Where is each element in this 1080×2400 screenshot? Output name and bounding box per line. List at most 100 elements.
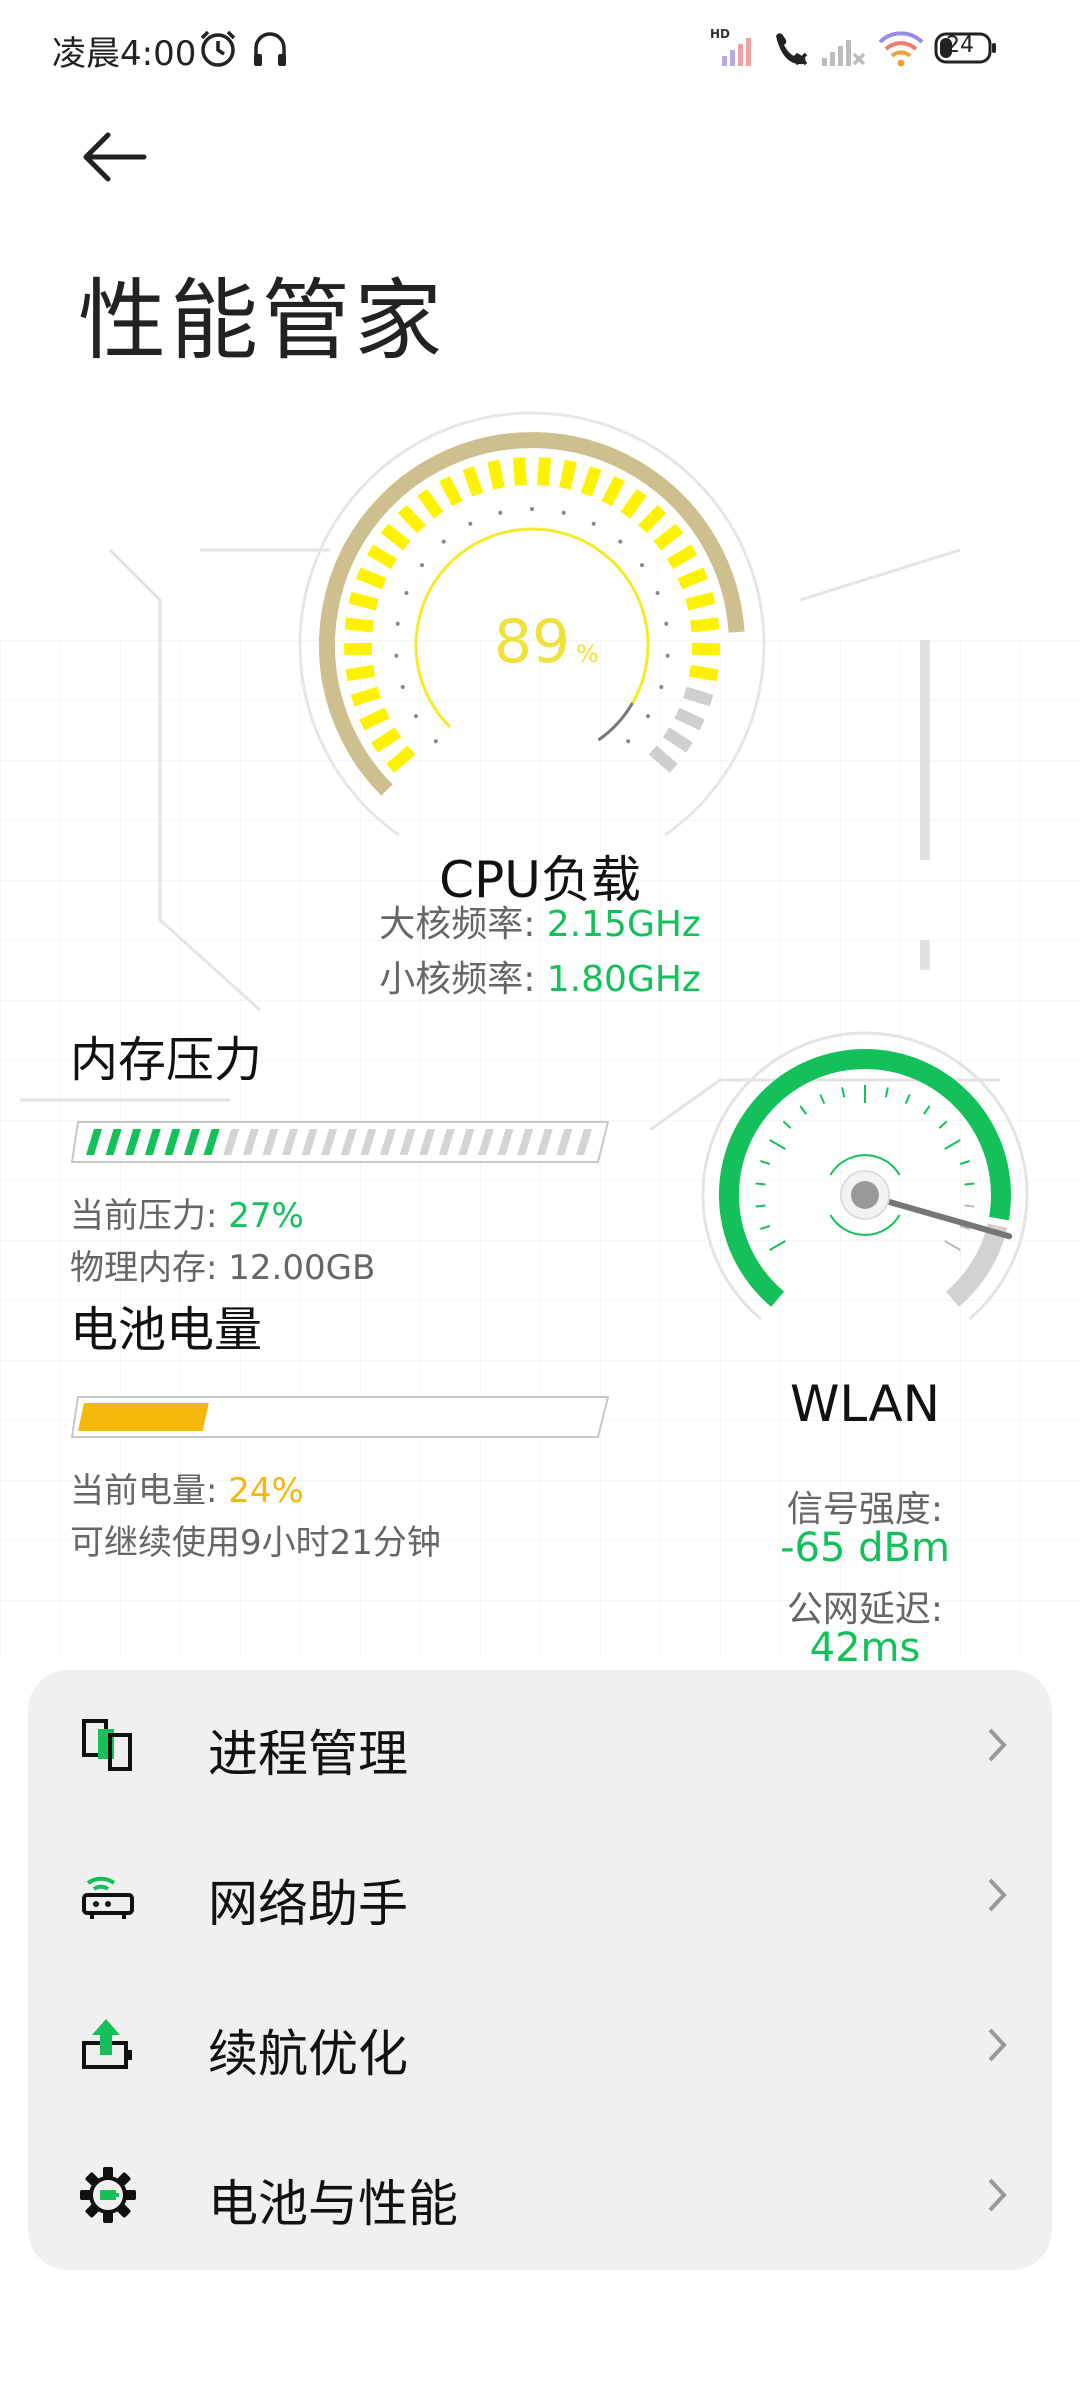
cpu-load-segment [537, 457, 551, 486]
cpu-load-segment [691, 642, 721, 656]
wlan-gauge-tick [755, 1204, 766, 1208]
hd-signal-icon: HD [710, 27, 751, 66]
big-core-frequency: 大核频率: 2.15GHz [0, 895, 1080, 947]
router-icon [82, 1876, 134, 1919]
cpu-load-segment [397, 504, 426, 534]
cpu-load-segment [677, 567, 708, 590]
cpu-load-segment [356, 567, 387, 590]
wlan-gauge-band-end [945, 1223, 1008, 1307]
memory-pressure-value: 27% [228, 1196, 304, 1236]
physical-memory-label: 物理内存: [70, 1248, 218, 1288]
cpu-load-gauge: 89 % [298, 411, 766, 837]
cpu-gauge-dot [498, 510, 503, 515]
cpu-load-segment [371, 727, 402, 753]
alarm-icon [200, 30, 236, 67]
little-core-frequency: 小核频率: 1.80GHz [0, 950, 1080, 1002]
cpu-load-segment [417, 488, 444, 519]
cpu-gauge-dot [561, 510, 566, 515]
cpu-gauge-dot [664, 621, 669, 626]
cpu-load-segment [350, 686, 381, 707]
cpu-gauge-dot [659, 685, 664, 689]
performance-manager-screen: 凌晨4:00 HD 24 性能管家 89 % CPU负载 大核频率: 2.15G… [0, 0, 1080, 2400]
cpu-gauge-dot [618, 539, 623, 544]
cpu-load-segment [559, 459, 577, 490]
cpu-load-segment [601, 475, 626, 507]
cpu-load-segment [690, 617, 720, 633]
cpu-gauge-dot [655, 591, 660, 595]
battery-boost-icon [82, 2019, 132, 2069]
chevron-right-icon [988, 1728, 1007, 1762]
cpu-gauge-dot [530, 507, 534, 511]
cpu-load-segment [380, 523, 411, 551]
cpu-load-unit: % [576, 640, 599, 668]
cpu-load-segment [438, 475, 463, 507]
chevron-right-icon [988, 2178, 1007, 2212]
chevron-right-icon [988, 1878, 1007, 1912]
battery-level-bar [70, 1396, 610, 1438]
svg-text:HD: HD [710, 27, 730, 41]
wlan-gauge-tick [964, 1204, 975, 1208]
wlan-gauge-tick [819, 1094, 826, 1105]
cpu-gauge-dot [468, 521, 473, 526]
cpu-gauge-dot [591, 521, 596, 526]
menu-item-battery-performance[interactable]: 电池与性能 [28, 2120, 1052, 2270]
tools-menu: 进程管理 网络助手 续航优化 电池与性能 [28, 1670, 1052, 2270]
wlan-gauge-tick [782, 1120, 792, 1129]
wlan-gauge-tick [904, 1094, 911, 1105]
wlan-gauge-tick [944, 1240, 961, 1251]
memory-pressure-label: 当前压力: [70, 1196, 218, 1236]
wlan-gauge-tick [760, 1160, 771, 1166]
wlan-gauge-tick [964, 1182, 975, 1186]
cpu-gauge-inner-arc-end [597, 702, 634, 742]
cpu-gauge-dot [640, 563, 644, 568]
wlan-gauge-tick [841, 1087, 846, 1098]
cpu-load-segment [345, 664, 376, 682]
wlan-gauge [701, 1031, 1029, 1321]
little-core-value: 1.80GHz [546, 959, 701, 1000]
wlan-gauge-tick [959, 1160, 970, 1166]
wlan-gauge-tick [884, 1087, 889, 1098]
cpu-gauge-dot [395, 621, 400, 626]
page-title: 性能管家 [78, 269, 447, 372]
cpu-load-segment [683, 686, 714, 707]
battery-level-line: 当前电量: 24% [70, 1463, 304, 1512]
cpu-load-segment [653, 523, 684, 551]
battery-level-label: 当前电量: [70, 1471, 218, 1511]
big-core-value: 2.15GHz [546, 904, 701, 945]
cpu-load-segment [359, 707, 390, 731]
cpu-load-segment [348, 591, 379, 611]
back-arrow-icon [83, 132, 147, 182]
menu-item-network-assistant[interactable]: 网络助手 [28, 1820, 1052, 1970]
wlan-hub-center [851, 1181, 879, 1209]
wlan-title: WLAN [789, 1375, 941, 1433]
cpu-load-segment [674, 707, 705, 731]
cpu-load-segment [487, 459, 505, 490]
cpu-load-segment [462, 466, 484, 497]
cpu-load-segment [513, 457, 527, 486]
cpu-gauge-dot [414, 714, 418, 719]
wlan-gauge-tick [938, 1120, 948, 1129]
chevron-right-icon [988, 2028, 1007, 2062]
latency-value: 42ms [809, 1625, 921, 1671]
menu-item-process-manager[interactable]: 进程管理 [28, 1670, 1052, 1820]
process-manager-icon [82, 1719, 132, 1771]
cpu-load-value: 89 [494, 607, 570, 677]
back-button[interactable] [70, 120, 160, 200]
memory-pressure-bar [70, 1121, 610, 1163]
wlan-gauge-tick [944, 1139, 961, 1150]
cpu-gauge-dot [420, 563, 424, 568]
cpu-gauge-dot [400, 685, 405, 689]
menu-item-battery-optimization[interactable]: 续航优化 [28, 1970, 1052, 2120]
cpu-load-segment [344, 617, 374, 633]
wlan-gauge-tick [922, 1105, 931, 1115]
cpu-gauge-dot [665, 653, 670, 658]
wlan-gauge-tick [769, 1240, 786, 1251]
cpu-load-segment [366, 544, 398, 570]
menu-item-label: 续航优化 [208, 2025, 408, 2083]
menu-item-label: 网络助手 [208, 1875, 408, 1933]
signal-strength-value: -65 dBm [780, 1525, 950, 1571]
wlan-gauge-tick [755, 1182, 766, 1186]
cpu-load-segment [648, 745, 678, 773]
wlan-gauge-tick [769, 1139, 786, 1150]
cpu-gauge-dot [394, 653, 399, 658]
